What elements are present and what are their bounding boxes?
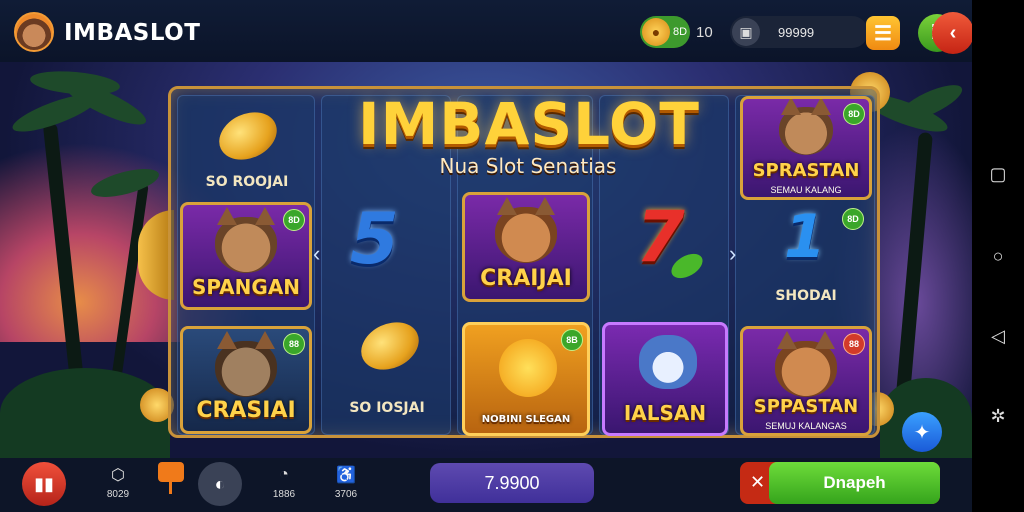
share-icon: ✦ — [913, 421, 931, 444]
reel-5: 8D SPRASTAN SEMAU KALANG 1 8D SHODAI 88 … — [735, 95, 875, 436]
tile-badge: 8D — [842, 208, 864, 230]
cat-icon — [215, 331, 277, 397]
tile-badge: 88 — [843, 333, 865, 355]
wallet-value: 99999 — [778, 24, 815, 40]
coin-badge: 8D — [673, 26, 688, 38]
symbol-tile[interactable]: 8B NOBINI SLEGAN — [462, 322, 590, 436]
number-symbol: 5 — [350, 198, 399, 280]
gift-icon[interactable] — [158, 462, 184, 482]
reel-next-arrow[interactable]: › — [729, 241, 736, 267]
back-button[interactable]: ‹ — [932, 12, 974, 54]
bottom-item-1-label: 8029 — [106, 489, 130, 500]
symbol-tile[interactable]: 8D SPANGAN — [180, 202, 312, 310]
recents-icon[interactable]: ▢ — [988, 164, 1008, 184]
cat-icon — [775, 331, 837, 397]
banner-title: IMBASLOT — [358, 90, 700, 158]
wallet-icon: ▣ — [732, 18, 760, 46]
banner-subtitle: Nua Slot Senatias — [439, 154, 617, 178]
reel-1: SO ROOJAI 8D SPANGAN 88 CRASIAI — [177, 95, 315, 435]
number-symbol: 1 — [784, 202, 826, 272]
tile-sublabel: SEMUJ KALANGAS — [765, 421, 847, 431]
cat-logo-icon — [14, 12, 54, 52]
reel-2-bottom-label: SO IOSJAI — [349, 400, 425, 416]
tile-label: CRASIAI — [196, 398, 296, 423]
menu-button[interactable]: ☰ — [866, 16, 900, 50]
bottom-item-3[interactable]: ♿ 3706 — [328, 464, 364, 500]
play-group: ✕ Dnapeh — [740, 462, 940, 504]
coin-icon: ● — [642, 18, 670, 46]
reel-prev-arrow[interactable]: ‹ — [313, 241, 320, 267]
tile-sublabel: SEMAU KALANG — [770, 185, 842, 195]
coin-pill[interactable]: ● 8D — [640, 16, 690, 48]
back-arrow-icon: ‹ — [949, 21, 957, 44]
bottom-item-2[interactable]: ◔ 1886 — [266, 464, 302, 500]
symbol-tile[interactable]: 88 CRASIAI — [180, 326, 312, 434]
tile-label: SPPASTAN — [753, 396, 859, 417]
home-circle-icon[interactable]: ○ — [988, 246, 1008, 266]
tile-badge: 8B — [561, 329, 583, 351]
back-triangle-icon[interactable]: ◁ — [988, 326, 1008, 346]
tile-label: SPANGAN — [191, 275, 301, 299]
system-nav-bar: ▢ ○ ◁ ✲ — [972, 0, 1024, 512]
symbol-tile[interactable]: 8D SPRASTAN SEMAU KALANG — [740, 96, 872, 200]
share-button[interactable]: ✦ — [902, 412, 942, 452]
symbol-tile[interactable]: 88 SPPASTAN SEMUJ KALANGAS — [740, 326, 872, 436]
chip-button[interactable]: ◐ — [198, 462, 242, 506]
top-bar: IMBASLOT ● 8D 10 ▣ 99999 ☰ ⁞⁞ — [0, 0, 972, 62]
close-icon[interactable]: ✕ — [750, 472, 765, 493]
reel-5-mid-label: SHODAI — [775, 288, 837, 304]
blue-cat-icon — [639, 335, 697, 389]
tile-badge: 8D — [283, 209, 305, 231]
bottom-item-3-label: 3706 — [334, 489, 358, 500]
tile-label: SPRASTAN — [752, 160, 860, 181]
sun-face-icon — [499, 339, 557, 397]
clock-icon: ◔ — [279, 466, 289, 483]
gift-stick-icon — [169, 482, 172, 494]
home-icon: ▮▮ — [34, 473, 54, 494]
bottom-item-2-label: 1886 — [272, 489, 296, 500]
coin-count: 10 — [696, 24, 713, 41]
home-button[interactable]: ▮▮ — [22, 462, 66, 506]
symbol-tile[interactable]: IALSAN — [602, 322, 728, 436]
palm-leaf — [29, 68, 121, 98]
reel-1-top-label: SO ROOJAI — [205, 174, 289, 190]
tile-label: NOBINI SLEGAN — [481, 414, 571, 425]
balance-display: 7.9900 — [430, 463, 594, 503]
chip-icon: ◐ — [214, 473, 226, 494]
menu-icon: ☰ — [874, 22, 892, 45]
shield-icon: ⬡ — [111, 467, 125, 484]
app-title: IMBASLOT — [64, 20, 201, 46]
play-button[interactable]: Dnapeh — [769, 462, 940, 504]
person-icon: ♿ — [336, 467, 356, 484]
game-scene: SO ROOJAI 8D SPANGAN 88 CRASIAI 5 SO IOS… — [0, 62, 972, 458]
cat-icon — [215, 207, 277, 273]
cat-icon — [495, 197, 557, 263]
tile-label: CRAIJAI — [480, 266, 572, 291]
bottom-item-1[interactable]: ⬡ 8029 — [100, 464, 136, 500]
wallet-display[interactable]: ▣ 99999 — [730, 16, 868, 48]
settings-gear-icon[interactable]: ✲ — [988, 406, 1008, 426]
cat-icon — [779, 99, 833, 155]
tile-label: IALSAN — [623, 401, 707, 425]
gold-coin-symbol — [211, 103, 285, 169]
symbol-tile[interactable]: CRAIJAI — [462, 192, 590, 302]
tile-badge: 88 — [283, 333, 305, 355]
gold-coin-symbol — [353, 313, 427, 379]
tile-badge: 8D — [843, 103, 865, 125]
